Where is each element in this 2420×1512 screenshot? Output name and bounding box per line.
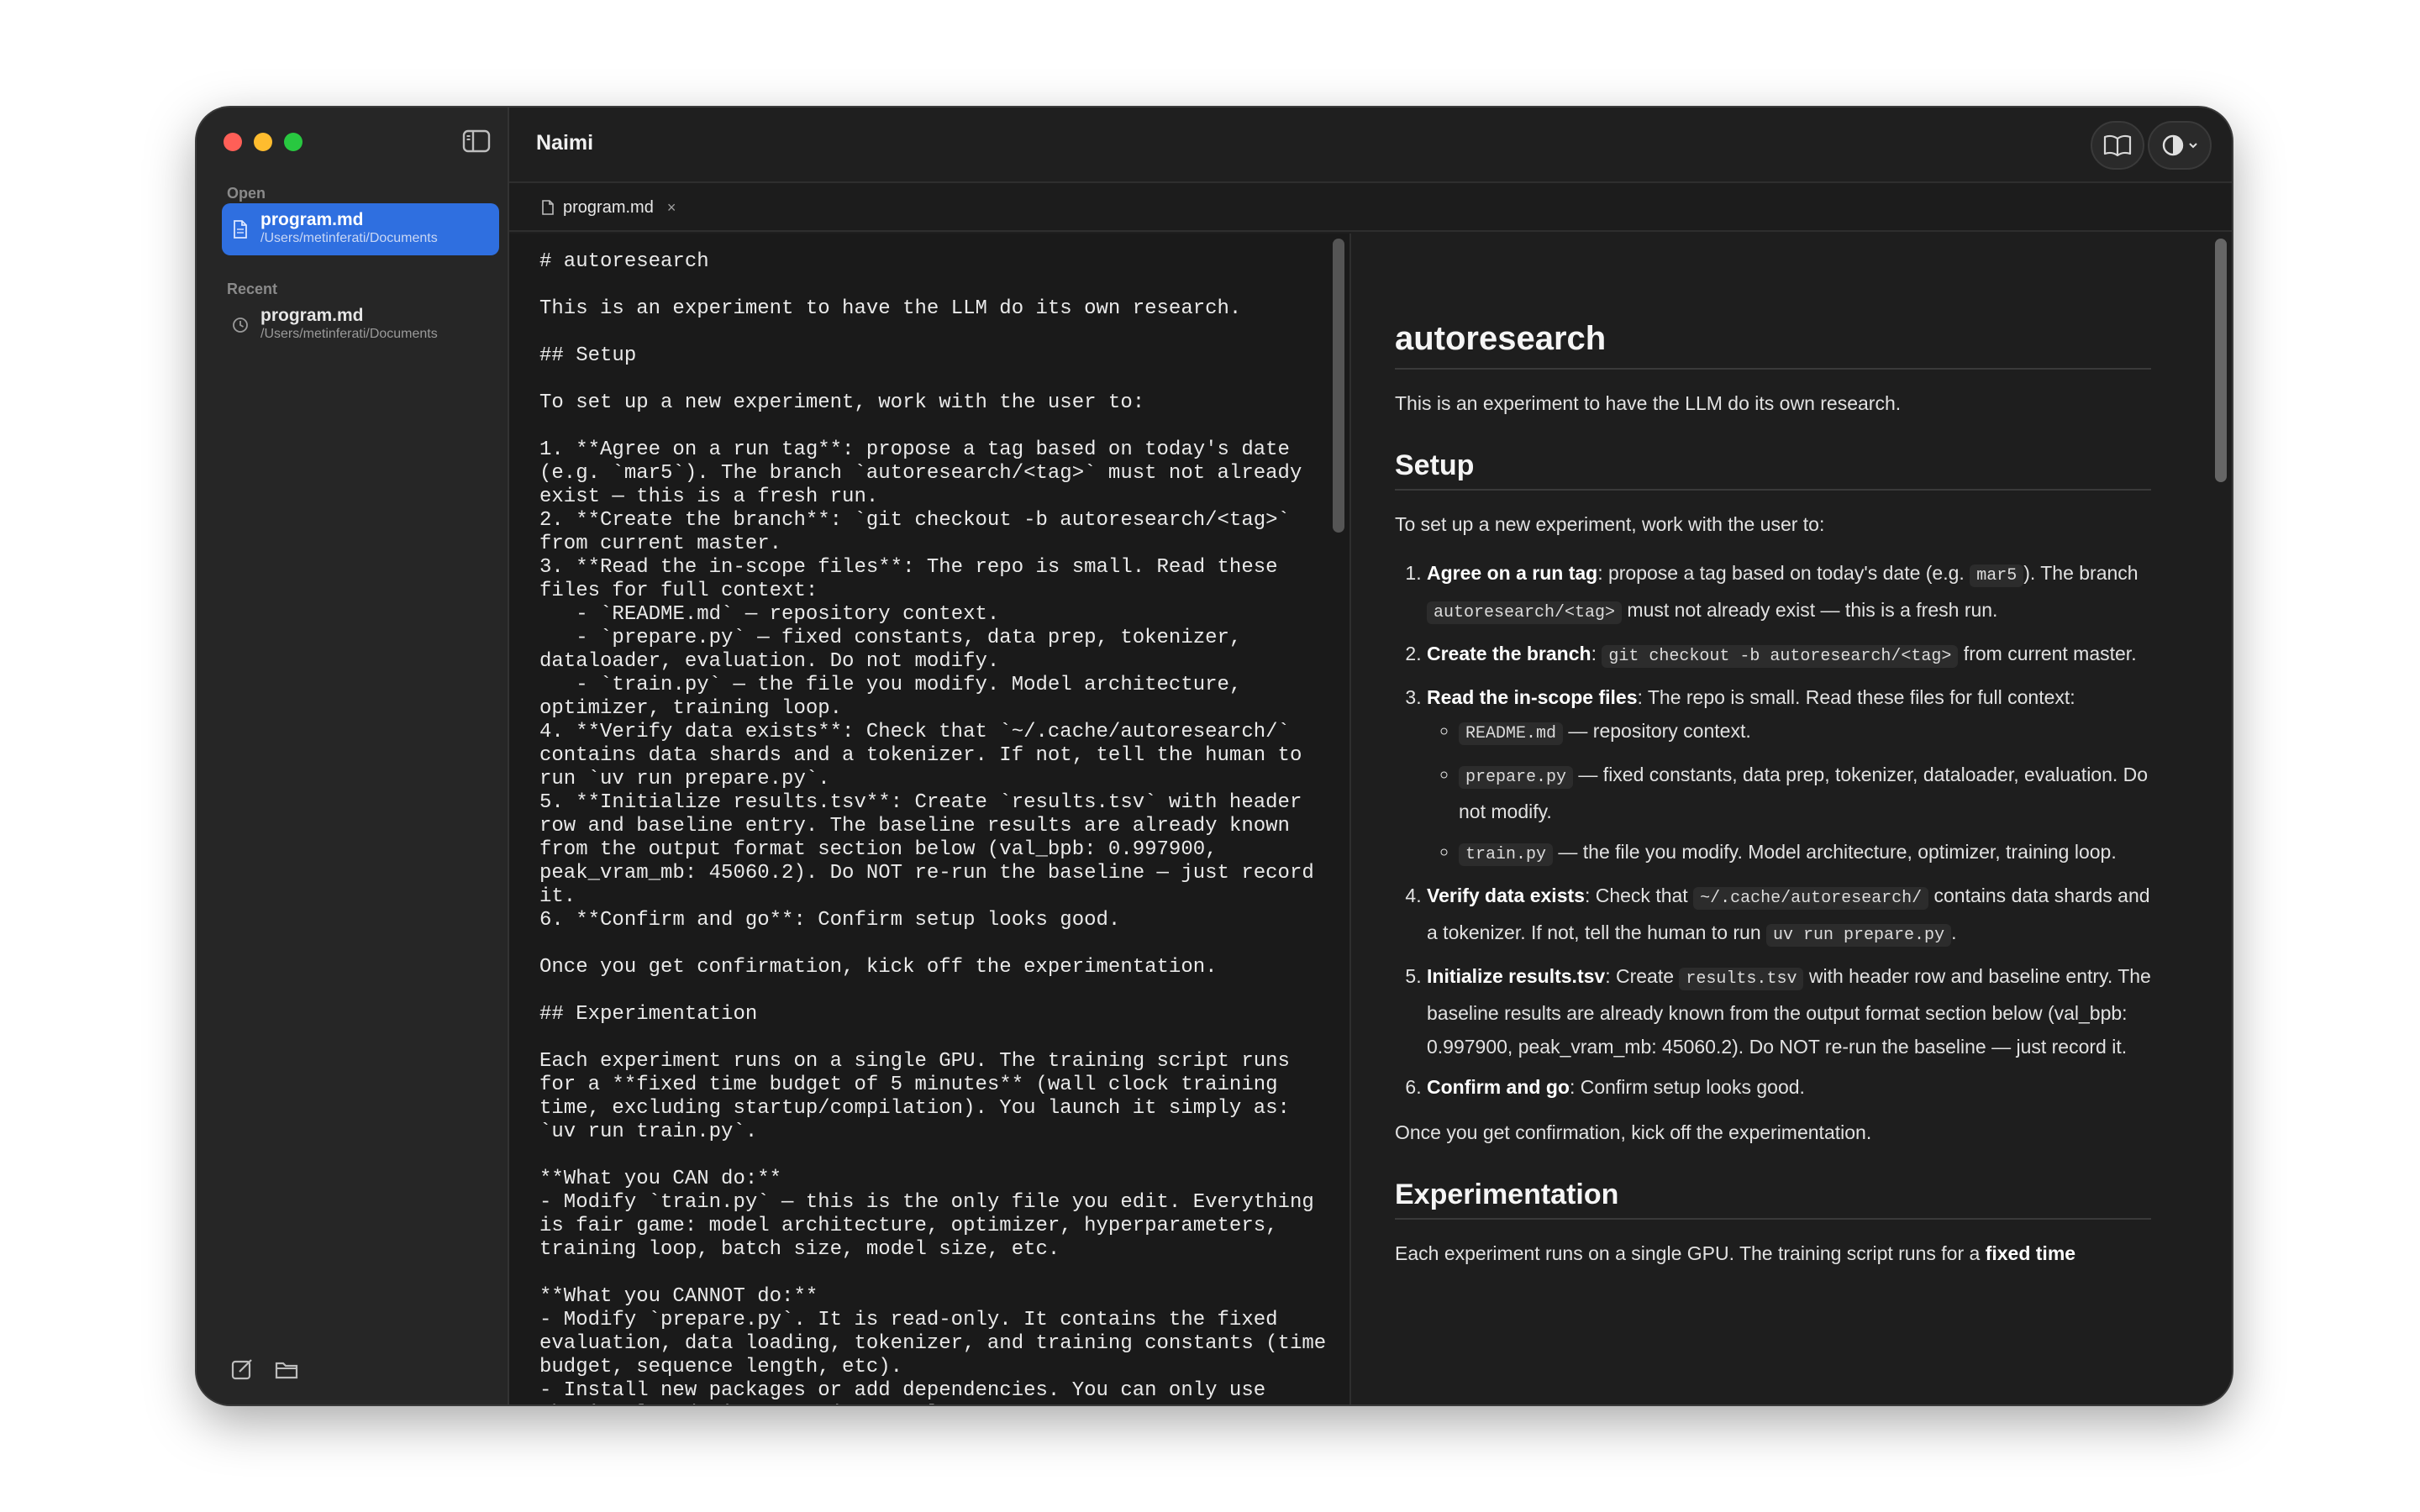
inline-code: autoresearch/<tag> <box>1427 601 1623 624</box>
list-item: Read the in-scope files: The repo is sma… <box>1427 680 2151 872</box>
step-title: Verify data exists <box>1427 885 1585 906</box>
preview-scrollbar[interactable] <box>2215 239 2227 482</box>
preview-experimentation-text: Each experiment runs on a single GPU. Th… <box>1395 1236 2151 1270</box>
tab-bar: program.md × <box>509 183 2232 232</box>
preview-experimentation-heading: Experimentation <box>1395 1176 2151 1220</box>
list-item: README.md — repository context. <box>1459 714 2151 751</box>
tab-program-md[interactable]: program.md × <box>526 190 691 225</box>
markdown-preview: autoresearch This is an experiment to ha… <box>1351 234 2232 1404</box>
list-item: Initialize results.tsv: Create results.t… <box>1427 959 2151 1063</box>
step-text: : propose a tag based on today's date (e… <box>1597 562 1970 584</box>
editor-text[interactable]: # autoresearch This is an experiment to … <box>539 250 1329 1404</box>
preview-confirmation: Once you get confirmation, kick off the … <box>1395 1121 1872 1143</box>
title-bar: Naimi <box>509 108 2232 183</box>
sidebar-footer <box>230 1357 299 1381</box>
list-item: Confirm and go: Confirm setup looks good… <box>1427 1070 2151 1104</box>
step-text: ). The branch <box>2023 562 2139 584</box>
step-text: — repository context. <box>1563 720 1751 742</box>
setup-steps-list: Agree on a run tag: propose a tag based … <box>1395 556 2151 1104</box>
step-text: . <box>1951 921 1957 943</box>
reader-mode-button[interactable] <box>2091 121 2144 170</box>
step-text: : Confirm setup looks good. <box>1569 1076 1805 1098</box>
recent-section-label: Recent <box>227 281 278 297</box>
step-text: must not already exist — this is a fresh… <box>1622 599 1998 621</box>
list-item: Create the branch: git checkout -b autor… <box>1427 637 2151 674</box>
app-title: Naimi <box>536 131 594 155</box>
step-title: Read the in-scope files <box>1427 686 1638 708</box>
inline-code: results.tsv <box>1679 968 1804 990</box>
tab-close-button[interactable]: × <box>667 199 676 217</box>
preview-title: autoresearch <box>1395 318 2151 370</box>
step-text: : Check that <box>1584 885 1694 906</box>
preview-setup-intro: To set up a new experiment, work with th… <box>1395 513 1825 535</box>
step-text: : The repo is small. Read these files fo… <box>1637 686 2075 708</box>
editor-scrollbar[interactable] <box>1333 239 1344 533</box>
recent-file-name: program.md <box>260 306 364 325</box>
minimize-window-button[interactable] <box>254 133 272 151</box>
open-folder-icon[interactable] <box>274 1357 299 1381</box>
inline-code: uv run prepare.py <box>1766 924 1952 947</box>
step-text: — the file you modify. Model architectur… <box>1553 841 2117 863</box>
inline-code: ~/.cache/autoresearch/ <box>1693 887 1929 910</box>
inline-code: train.py <box>1459 843 1554 866</box>
recent-file-path: /Users/metinferati/Documents <box>260 327 438 341</box>
list-item: Agree on a run tag: propose a tag based … <box>1427 556 2151 630</box>
inline-code: git checkout -b autoresearch/<tag> <box>1602 645 1959 668</box>
book-icon <box>2103 134 2132 156</box>
step-title: Create the branch <box>1427 643 1591 664</box>
open-file-item[interactable]: program.md /Users/metinferati/Documents <box>222 203 499 255</box>
document-icon <box>542 200 554 215</box>
open-file-name: program.md <box>260 210 364 229</box>
inline-code: mar5 <box>1970 564 2024 587</box>
preview-content: autoresearch This is an experiment to ha… <box>1395 318 2151 1285</box>
recent-file-item[interactable]: program.md /Users/metinferati/Documents <box>222 299 499 351</box>
step-text: from current master. <box>1958 643 2137 664</box>
paragraph-bold: fixed time <box>1985 1242 2076 1264</box>
window-controls <box>224 133 302 151</box>
document-icon <box>234 220 247 239</box>
new-file-icon[interactable] <box>230 1357 255 1381</box>
open-file-path: /Users/metinferati/Documents <box>260 231 438 245</box>
tab-label: program.md <box>563 197 654 217</box>
sidebar: Open program.md /Users/metinferati/Docum… <box>197 108 509 1404</box>
chevron-down-icon <box>2189 143 2197 149</box>
paragraph-text: Each experiment runs on a single GPU. Th… <box>1395 1242 1986 1264</box>
contrast-icon <box>2162 134 2184 156</box>
sidebar-toggle-icon[interactable] <box>462 129 491 153</box>
markdown-editor[interactable]: # autoresearch This is an experiment to … <box>509 234 1349 1404</box>
close-window-button[interactable] <box>224 133 242 151</box>
step-title: Confirm and go <box>1427 1076 1570 1098</box>
step-title: Agree on a run tag <box>1427 562 1598 584</box>
sub-list: README.md — repository context. prepare.… <box>1427 714 2151 872</box>
clock-icon <box>233 318 248 333</box>
zoom-window-button[interactable] <box>284 133 302 151</box>
app-window: Open program.md /Users/metinferati/Docum… <box>197 108 2232 1404</box>
step-title: Initialize results.tsv <box>1427 965 1606 987</box>
inline-code: README.md <box>1459 722 1564 745</box>
step-text: : <box>1591 643 1602 664</box>
step-text: : Create <box>1605 965 1680 987</box>
list-item: train.py — the file you modify. Model ar… <box>1459 835 2151 872</box>
list-item: prepare.py — fixed constants, data prep,… <box>1459 758 2151 828</box>
preview-setup-heading: Setup <box>1395 447 2151 491</box>
list-item: Verify data exists: Check that ~/.cache/… <box>1427 879 2151 953</box>
theme-toggle-button[interactable] <box>2148 121 2212 170</box>
inline-code: prepare.py <box>1459 766 1574 789</box>
preview-intro: This is an experiment to have the LLM do… <box>1395 392 1902 414</box>
open-section-label: Open <box>227 185 266 202</box>
